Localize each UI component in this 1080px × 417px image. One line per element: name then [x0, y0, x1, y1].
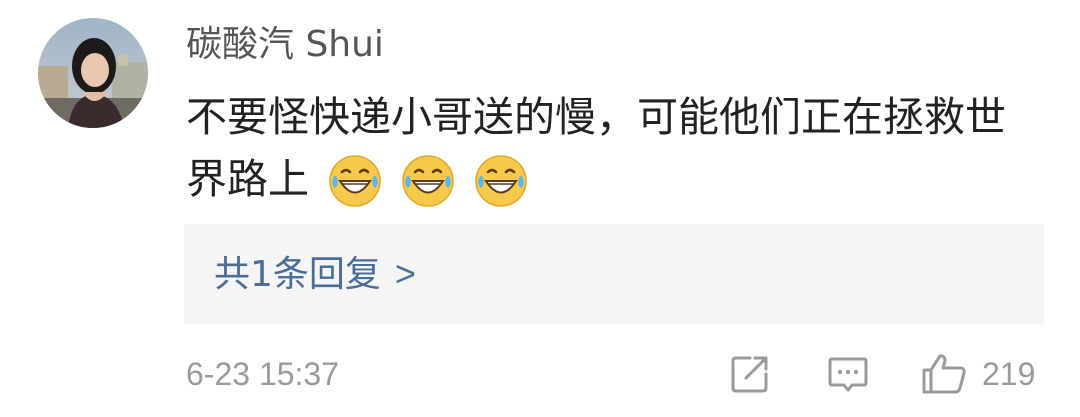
comment-button[interactable]: [826, 352, 870, 396]
comment-icon: [828, 357, 868, 392]
username[interactable]: 碳酸汽 Shui: [186, 22, 384, 68]
like-button[interactable]: 219: [920, 352, 1050, 396]
comment-text: 不要怪快递小哥送的慢，可能他们正在拯救世界路上: [186, 86, 1046, 213]
avatar[interactable]: [38, 18, 148, 128]
chevron-right-icon: >: [394, 253, 416, 294]
laughing-crying-emoji-icon: [474, 154, 528, 208]
thumbs-up-icon: [922, 354, 966, 394]
share-icon: [731, 356, 768, 393]
comment-timestamp: 6-23 15:37: [186, 356, 340, 392]
share-button[interactable]: [728, 352, 772, 396]
replies-count-label: 共1条回复: [214, 254, 381, 295]
comment-body: 不要怪快递小哥送的慢，可能他们正在拯救世界路上: [186, 93, 1006, 203]
comment-item: 碳酸汽 Shui 不要怪快递小哥送的慢，可能他们正在拯救世界路上 共1条回复 >…: [0, 0, 1080, 417]
emoji-group: [328, 147, 534, 209]
like-count: 219: [982, 356, 1036, 392]
laughing-crying-emoji-icon: [401, 154, 455, 208]
laughing-crying-emoji-icon: [328, 154, 382, 208]
replies-panel: 共1条回复 >: [184, 224, 1044, 324]
view-replies-link[interactable]: 共1条回复 >: [214, 250, 416, 299]
